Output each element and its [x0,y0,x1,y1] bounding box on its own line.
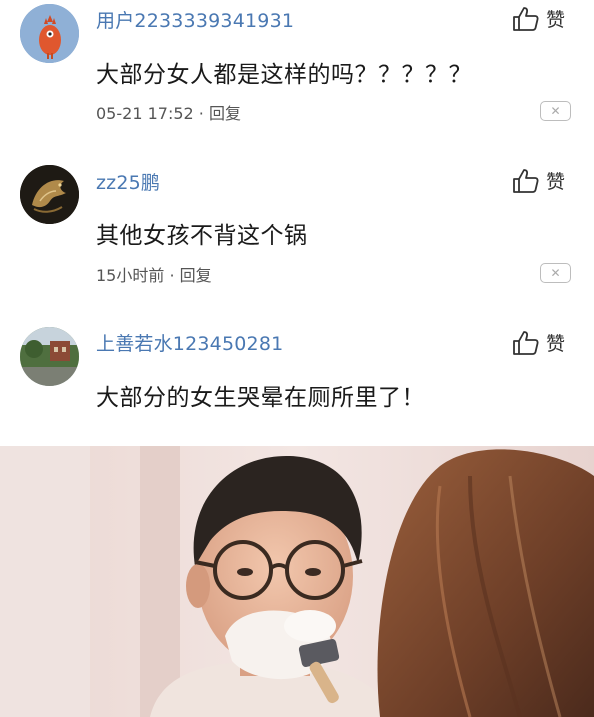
user-avatar[interactable] [20,327,79,386]
close-icon: ✕ [550,104,561,118]
username[interactable]: 上善若水123450281 [96,329,283,356]
thumbs-up-icon [513,168,539,193]
comment-time: 05-21 17:52 [96,104,194,123]
dismiss-button[interactable]: ✕ [540,263,571,283]
user-avatar[interactable] [20,4,79,63]
video-still-image [0,446,594,717]
like-button[interactable]: 赞 [512,5,565,32]
comment-text: 大部分女人都是这样的吗？？？？？ [96,62,472,88]
comment-item: 上善若水123450281 赞 大部分的女生哭晕在厕所里了！ [0,322,594,432]
user-avatar[interactable] [20,165,79,224]
like-label: 赞 [546,333,566,355]
comment-time: 15小时前 [96,266,165,285]
thumbs-up-icon [513,330,539,355]
username[interactable]: 用户2233339341931 [96,6,294,33]
meta-separator: · [169,266,175,285]
comment-meta: 15小时前 · 回复 [96,262,212,286]
dragon-icon [20,165,79,224]
reply-button[interactable]: 回复 [180,266,212,285]
like-label: 赞 [546,9,566,31]
landscape-icon [20,327,79,386]
like-label: 赞 [546,171,566,193]
dismiss-button[interactable]: ✕ [540,101,571,121]
thumbs-up-icon [513,6,539,31]
like-button[interactable]: 赞 [512,329,565,356]
comment-text: 大部分的女生哭晕在厕所里了！ [96,385,425,411]
like-button[interactable]: 赞 [512,167,565,194]
username[interactable]: zz25鹏 [96,168,160,195]
reply-button[interactable]: 回复 [209,104,241,123]
comment-meta: 05-21 17:52 · 回复 [96,100,241,124]
comment-item: zz25鹏 赞 其他女孩不背这个锅 15小时前 · 回复 ✕ [0,160,594,300]
comment-item: 用户2233339341931 赞 大部分女人都是这样的吗？？？？？ 05-21… [0,0,594,140]
embedded-photo [0,446,594,717]
comment-list: 用户2233339341931 赞 大部分女人都是这样的吗？？？？？ 05-21… [0,0,594,446]
meta-separator: · [198,104,204,123]
chicken-icon [20,4,79,63]
comment-text: 其他女孩不背这个锅 [96,223,308,249]
close-icon: ✕ [550,266,561,280]
